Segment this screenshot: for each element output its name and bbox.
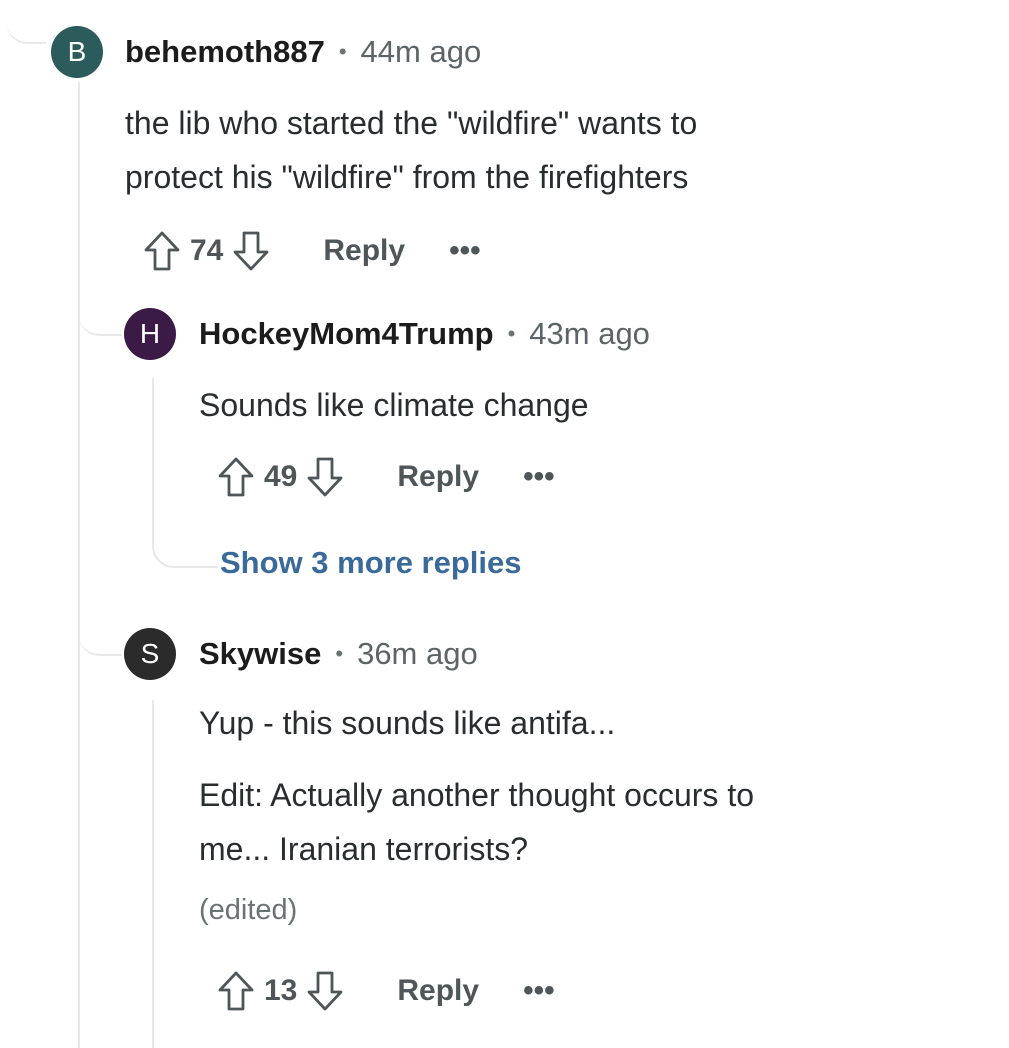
comment-meta: behemoth887 • 44m ago [125,30,481,74]
thread-connector [78,612,122,656]
avatar[interactable]: H [124,308,176,360]
downvote-arrow-icon [307,457,343,497]
timestamp[interactable]: 43m ago [529,316,650,352]
show-more-replies-link[interactable]: Show 3 more replies [220,545,522,581]
comment-body-line: Edit: Actually another thought occurs to [199,777,754,813]
comment-actions: 13 Reply ••• [214,968,555,1014]
upvote-arrow-icon [218,457,254,497]
upvote-button[interactable] [214,455,258,499]
comment-meta: HockeyMom4Trump • 43m ago [199,312,650,356]
thread-connector [6,0,46,44]
thread-line[interactable] [152,700,154,1048]
thread-connector [78,294,122,336]
comment-body: Sounds like climate change [199,378,589,432]
separator-dot: • [507,321,516,346]
edited-label: (edited) [199,894,298,926]
reply-button[interactable]: Reply [397,974,479,1008]
reply-button[interactable]: Reply [397,460,479,494]
vote-count: 74 [190,234,224,267]
downvote-arrow-icon [233,231,269,271]
username[interactable]: HockeyMom4Trump [199,316,494,352]
thread-line[interactable] [78,82,80,1048]
comment-body: Yup - this sounds like antifa... Edit: A… [199,696,754,876]
comment-body-line: me... Iranian terrorists? [199,831,528,867]
comment-meta: Skywise • 36m ago [199,632,478,676]
comment-body-line: Sounds like climate change [199,387,589,423]
comment-body-line: protect his "wildfire" from the firefigh… [125,159,689,195]
vote-count: 49 [264,460,298,493]
separator-dot: • [335,641,344,666]
avatar[interactable]: B [51,26,103,78]
comment-body-line: the lib who started the "wildfire" wants… [125,105,698,141]
upvote-arrow-icon [218,971,254,1011]
upvote-arrow-icon [144,231,180,271]
upvote-button[interactable] [140,229,184,273]
avatar[interactable]: S [124,628,176,680]
vote-count: 13 [264,974,298,1007]
more-options-button[interactable]: ••• [523,974,555,1008]
timestamp[interactable]: 36m ago [357,636,478,672]
separator-dot: • [338,39,347,64]
timestamp[interactable]: 44m ago [361,34,482,70]
username[interactable]: Skywise [199,636,321,672]
reply-button[interactable]: Reply [323,234,405,268]
more-options-button[interactable]: ••• [523,460,555,494]
more-options-button[interactable]: ••• [449,234,481,268]
comment-actions: 74 Reply ••• [140,228,481,274]
downvote-button[interactable] [303,455,347,499]
comment-thread: B behemoth887 • 44m ago the lib who star… [0,0,1009,1048]
comment-body: the lib who started the "wildfire" wants… [125,96,697,204]
downvote-arrow-icon [307,971,343,1011]
downvote-button[interactable] [303,969,347,1013]
username[interactable]: behemoth887 [125,34,325,70]
downvote-button[interactable] [229,229,273,273]
upvote-button[interactable] [214,969,258,1013]
comment-body-line: Yup - this sounds like antifa... [199,705,616,741]
comment-actions: 49 Reply ••• [214,454,555,500]
